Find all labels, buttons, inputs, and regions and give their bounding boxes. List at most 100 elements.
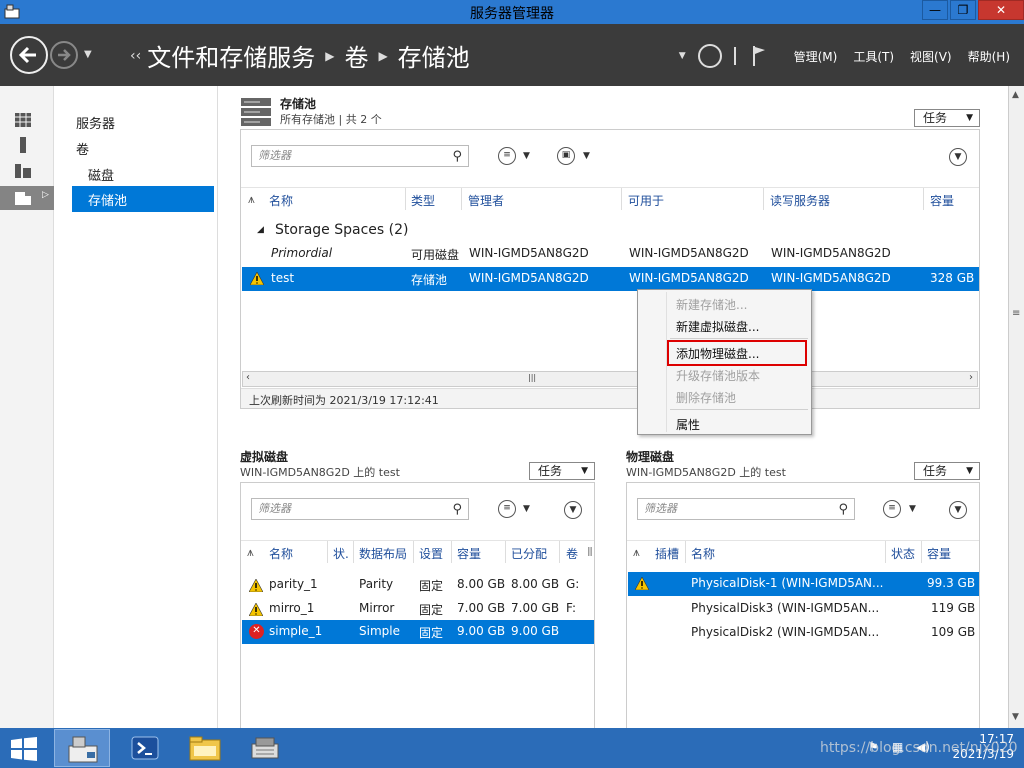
col-available-to[interactable]: 可用于 <box>628 192 664 209</box>
group-collapse-icon[interactable]: ◢ <box>257 225 264 235</box>
menu-view[interactable]: 视图(V) <box>910 48 952 65</box>
taskbar-file-explorer[interactable] <box>178 729 234 767</box>
chevron-down-icon[interactable]: ▼ <box>583 151 590 161</box>
file-storage-icon[interactable] <box>14 190 32 206</box>
refresh-icon[interactable] <box>697 44 722 68</box>
col-rw-server[interactable]: 读写服务器 <box>770 192 830 209</box>
maximize-button[interactable]: ❐ <box>950 0 976 20</box>
menu-item-new-virtual-disk[interactable]: 新建虚拟磁盘... <box>676 318 759 335</box>
breadcrumb-item-volumes[interactable]: 卷 <box>344 38 368 73</box>
nav-item-servers[interactable]: 服务器 <box>76 113 115 132</box>
col-divider <box>885 541 886 563</box>
last-refresh-text: 上次刷新时间为 2021/3/19 17:12:41 <box>249 394 439 407</box>
scroll-up-icon[interactable]: ▲ <box>1012 90 1019 100</box>
col-name[interactable]: 名称 <box>269 192 293 209</box>
refresh-dropdown-icon[interactable]: ▼ <box>679 51 686 61</box>
sort-icon[interactable]: ⩚ <box>248 192 255 207</box>
vdisk-allocated: 9.00 GB <box>511 624 560 638</box>
local-server-icon[interactable] <box>14 137 32 153</box>
notification-flag-icon[interactable] <box>752 45 766 67</box>
tasks-label: 任务 <box>923 464 948 478</box>
scroll-right-icon[interactable]: › <box>969 372 973 383</box>
sort-icon[interactable]: ⩚ <box>633 545 640 560</box>
nav-item-volumes[interactable]: 卷 <box>76 139 89 158</box>
col-layout[interactable]: 数据布局 <box>359 545 407 562</box>
scroll-thumb-grip[interactable]: ||| <box>528 373 536 382</box>
col-status[interactable]: 状. <box>333 545 349 562</box>
pools-filter-input[interactable]: 筛选器 ⚲ <box>251 145 469 167</box>
vdisks-tasks-button[interactable]: 任务 ▼ <box>529 462 595 480</box>
scroll-thumb-grip[interactable]: ≡ <box>1012 308 1020 319</box>
nav-item-storage-pools[interactable]: 存储池 <box>72 186 214 212</box>
col-slot[interactable]: 插槽 <box>655 545 679 562</box>
context-menu: 新建存储池... 新建虚拟磁盘... 添加物理磁盘... 升级存储池版本 删除存… <box>637 289 812 435</box>
dashboard-icon[interactable] <box>14 112 32 128</box>
minimize-button[interactable]: — <box>922 0 948 20</box>
col-type[interactable]: 类型 <box>411 192 435 209</box>
vdisks-filter-input[interactable]: 筛选器 ⚲ <box>251 498 469 520</box>
history-dropdown-icon[interactable]: ▼ <box>84 49 92 60</box>
col-overflow[interactable]: Ⅱ <box>587 545 593 559</box>
pdisks-filter-input[interactable]: 筛选器 ⚲ <box>637 498 855 520</box>
pdisks-tasks-button[interactable]: 任务 ▼ <box>914 462 980 480</box>
forward-button[interactable] <box>50 41 78 69</box>
chevron-down-icon[interactable]: ▼ <box>909 504 916 514</box>
nav-item-disks[interactable]: 磁盘 <box>88 165 114 184</box>
col-managed-by[interactable]: 管理者 <box>468 192 504 209</box>
menu-help[interactable]: 帮助(H) <box>968 48 1010 65</box>
col-name[interactable]: 名称 <box>691 545 715 562</box>
col-provisioning[interactable]: 设置 <box>419 545 443 562</box>
col-capacity[interactable]: 容量 <box>927 545 951 562</box>
back-button[interactable] <box>10 36 48 74</box>
breadcrumb-item-storage-pools[interactable]: 存储池 <box>398 38 470 73</box>
filter-placeholder: 筛选器 <box>258 149 291 162</box>
pools-tasks-button[interactable]: 任务 ▼ <box>914 109 980 127</box>
group-header[interactable]: Storage Spaces (2) <box>275 222 408 238</box>
col-name[interactable]: 名称 <box>269 545 293 562</box>
list-options-icon[interactable]: ≡ <box>883 500 901 518</box>
table-row-selected[interactable]: test 存储池 WIN-IGMD5AN8G2D WIN-IGMD5AN8G2D… <box>242 267 979 291</box>
table-row-selected[interactable]: ✕ simple_1 Simple 固定 9.00 GB 9.00 GB <box>242 620 594 644</box>
expand-panel-icon[interactable]: ▼ <box>949 501 967 519</box>
menu-item-delete-pool[interactable]: 删除存储池 <box>676 389 736 406</box>
breadcrumb-item-file-storage[interactable]: 文件和存储服务 <box>147 38 315 73</box>
list-options-icon[interactable]: ≡ <box>498 500 516 518</box>
chevron-down-icon[interactable]: ▼ <box>523 151 530 161</box>
taskbar-server-manager[interactable] <box>54 729 110 767</box>
vdisk-volume: F: <box>566 601 577 615</box>
menu-item-new-pool[interactable]: 新建存储池... <box>676 296 747 313</box>
menu-item-properties[interactable]: 属性 <box>676 416 700 433</box>
chevron-down-icon[interactable]: ▼ <box>523 504 530 514</box>
col-allocated[interactable]: 已分配 <box>511 545 547 562</box>
search-icon: ⚲ <box>838 502 848 517</box>
breadcrumb-overflow-icon[interactable]: ‹‹ <box>130 48 141 64</box>
sort-icon[interactable]: ⩚ <box>247 545 254 560</box>
pools-horizontal-scrollbar[interactable]: ‹ ||| › <box>242 371 978 387</box>
table-row-selected[interactable]: PhysicalDisk-1 (WIN-IGMD5AN... 99.3 GB <box>628 572 979 596</box>
list-options-icon[interactable]: ≡ <box>498 147 516 165</box>
taskbar-powershell[interactable] <box>118 729 174 767</box>
warning-icon <box>249 603 263 616</box>
taskbar-storage-app[interactable] <box>238 729 294 767</box>
save-query-icon[interactable]: ▣ <box>557 147 575 165</box>
expand-arrow-icon[interactable]: ▷ <box>42 190 49 200</box>
pool-name: Primordial <box>271 246 333 260</box>
col-status[interactable]: 状态 <box>891 545 915 562</box>
expand-panel-icon[interactable]: ▼ <box>949 148 967 166</box>
windows-start-icon[interactable] <box>10 737 38 761</box>
vdisk-layout: Parity <box>359 577 394 591</box>
expand-panel-icon[interactable]: ▼ <box>564 501 582 519</box>
col-capacity[interactable]: 容量 <box>457 545 481 562</box>
menu-tools[interactable]: 工具(T) <box>853 48 894 65</box>
col-divider <box>327 541 328 563</box>
close-button[interactable]: ✕ <box>978 0 1024 20</box>
col-capacity[interactable]: 容量 <box>930 192 954 209</box>
main-vertical-scrollbar[interactable]: ▲ ≡ ▼ <box>1008 86 1024 728</box>
all-servers-icon[interactable] <box>14 162 32 178</box>
menu-item-upgrade-pool[interactable]: 升级存储池版本 <box>676 367 760 384</box>
col-volume[interactable]: 卷 <box>566 545 578 562</box>
scroll-down-icon[interactable]: ▼ <box>1012 712 1019 722</box>
breadcrumb-separator-icon: ▶ <box>378 48 388 63</box>
scroll-left-icon[interactable]: ‹ <box>246 372 250 383</box>
menu-manage[interactable]: 管理(M) <box>794 48 838 65</box>
